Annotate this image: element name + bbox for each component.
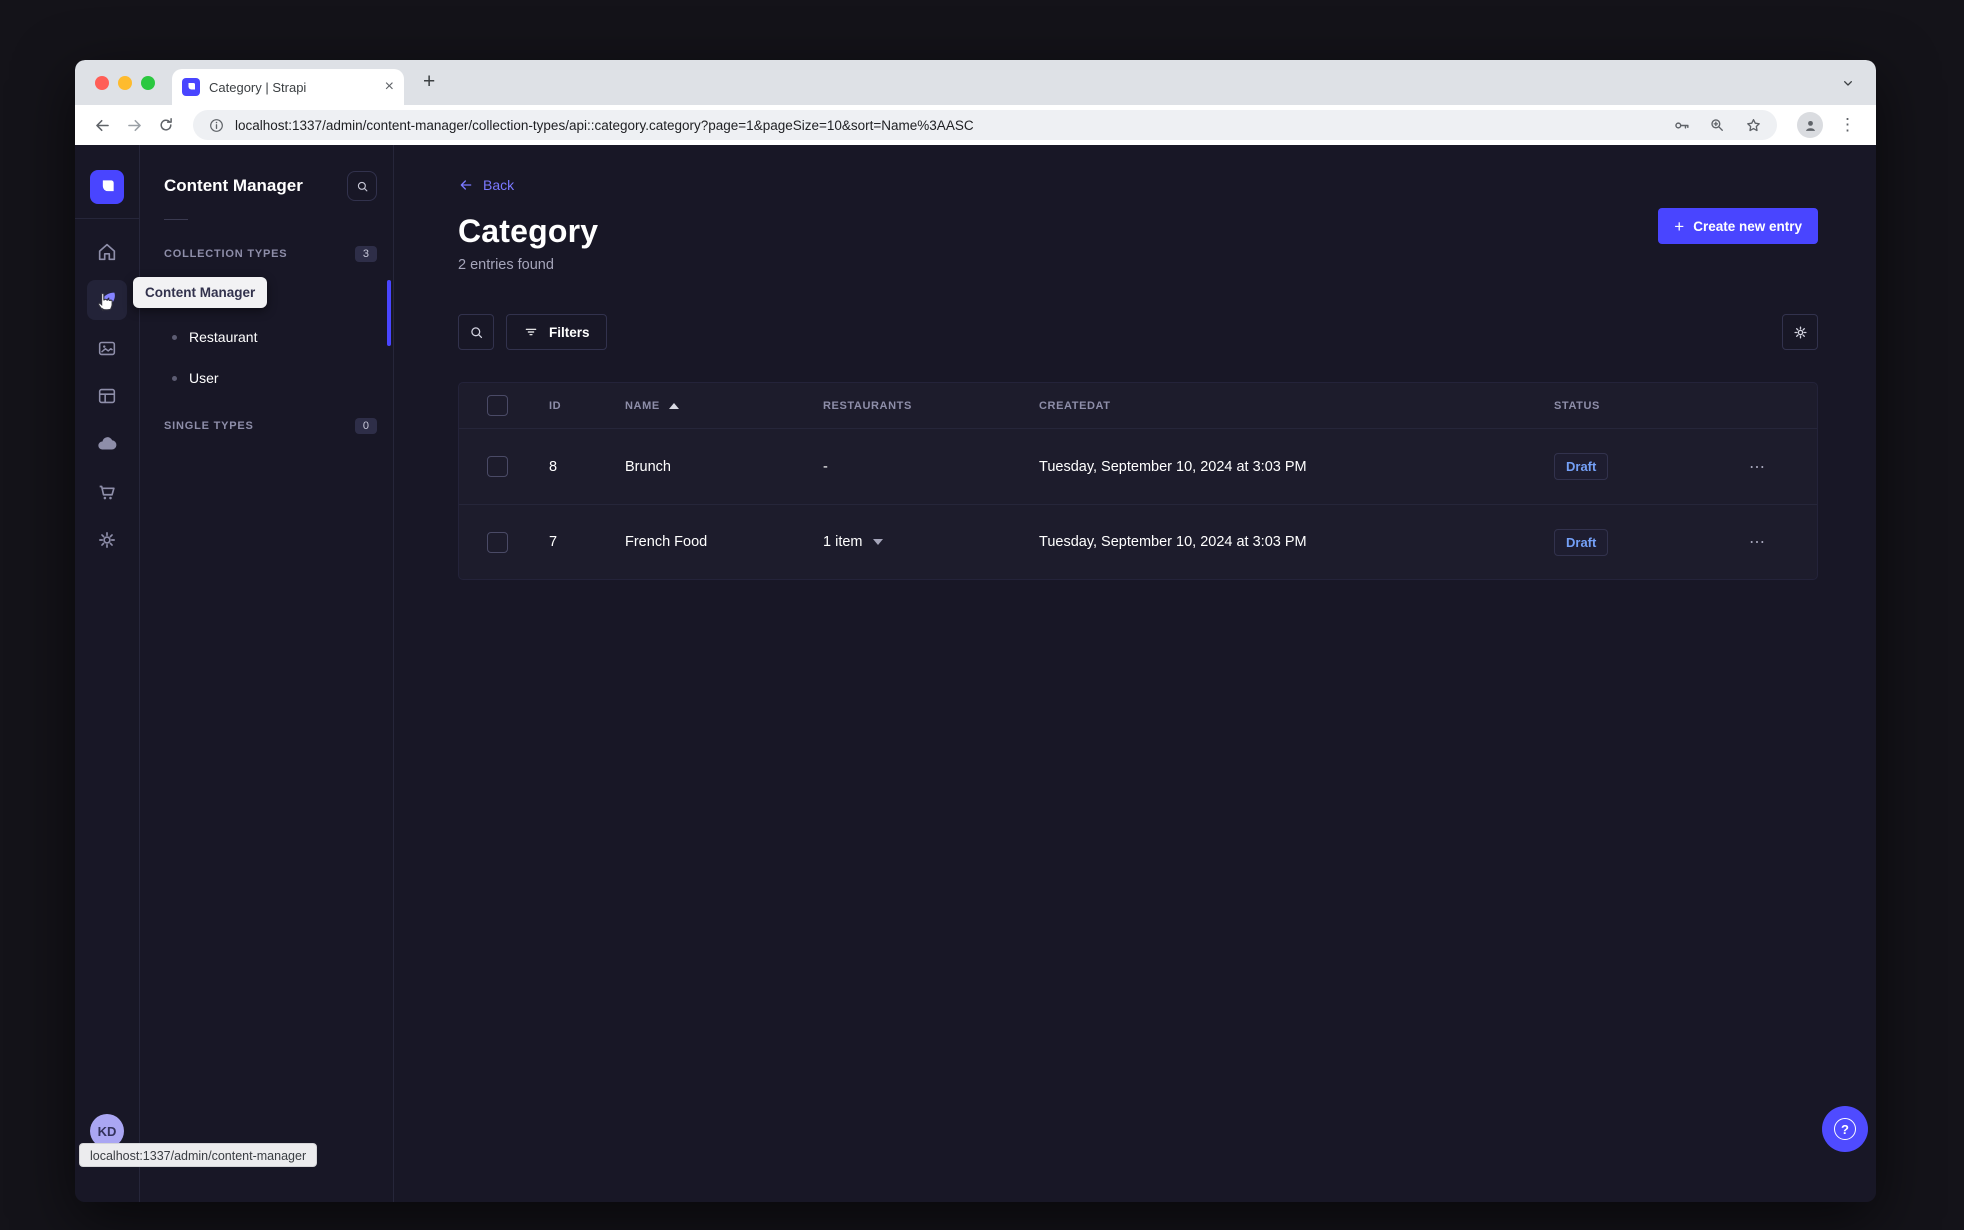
cell-restaurants: - (823, 458, 828, 475)
row-checkbox[interactable] (487, 456, 508, 477)
status-badge: Draft (1554, 453, 1609, 480)
create-new-entry-button[interactable]: + Create new entry (1658, 208, 1818, 244)
url-text: localhost:1337/admin/content-manager/col… (235, 117, 974, 133)
strapi-admin: KD Content Manager COLLECTION TYPES 3 Ca… (75, 145, 1876, 1202)
tab-strip: Category | Strapi × + (75, 60, 1876, 105)
single-types-count: 0 (354, 418, 377, 434)
rail-divider (75, 218, 140, 219)
back-icon[interactable] (89, 112, 115, 138)
view-settings-button[interactable] (1782, 314, 1818, 350)
home-icon[interactable] (87, 232, 127, 272)
row-actions-button[interactable]: ⋯ (1731, 457, 1817, 477)
sidebar-title: Content Manager (164, 176, 303, 195)
browser-window: Category | Strapi × + localhost:1337/adm… (75, 60, 1876, 1202)
cell-name: French Food (625, 534, 708, 550)
cloud-icon[interactable] (87, 424, 127, 464)
cell-id: 7 (549, 534, 558, 550)
row-checkbox[interactable] (487, 531, 508, 553)
row-actions-button[interactable]: ⋯ (1731, 532, 1817, 552)
col-header-restaurants: RESTAURANTS (823, 399, 912, 412)
cell-createdat: Tuesday, September 10, 2024 at 3:03 PM (1039, 458, 1307, 475)
sort-asc-icon (668, 402, 679, 409)
sidebar-item-restaurant[interactable]: Restaurant (164, 317, 377, 357)
sidebar-search-button[interactable] (347, 171, 377, 201)
page-title: Category (458, 213, 599, 249)
content-type-builder-icon[interactable] (87, 376, 127, 416)
content-manager-tooltip: Content Manager (133, 277, 268, 308)
col-header-id[interactable]: ID (531, 400, 607, 412)
filters-button[interactable]: Filters (506, 314, 607, 350)
site-info-icon[interactable] (207, 116, 225, 134)
cell-name: Brunch (625, 458, 671, 475)
bullet-icon (172, 334, 177, 340)
help-button[interactable]: ? (1822, 1106, 1868, 1152)
single-types-label: SINGLE TYPES (164, 420, 254, 432)
chevron-down-icon (872, 539, 883, 545)
cell-restaurants[interactable]: 1 item (805, 534, 1021, 550)
question-mark-icon: ? (1834, 1118, 1856, 1140)
cell-createdat: Tuesday, September 10, 2024 at 3:03 PM (1039, 534, 1307, 550)
col-header-status: STATUS (1554, 399, 1600, 412)
close-window-button[interactable] (95, 76, 109, 90)
browser-toolbar: localhost:1337/admin/content-manager/col… (75, 105, 1876, 145)
fullscreen-window-button[interactable] (141, 76, 155, 90)
collection-types-count: 3 (354, 246, 377, 262)
search-button[interactable] (458, 314, 494, 350)
col-header-name[interactable]: NAME (607, 400, 805, 412)
entries-count: 2 entries found (458, 257, 554, 273)
minimize-window-button[interactable] (118, 76, 132, 90)
bullet-icon (172, 375, 177, 381)
browser-menu-icon[interactable]: ⋮ (1839, 115, 1856, 135)
strapi-favicon (182, 78, 200, 96)
select-all-checkbox[interactable] (487, 395, 508, 416)
status-badge: Draft (1554, 528, 1609, 556)
collection-types-label: COLLECTION TYPES (164, 248, 288, 260)
link-preview-status: localhost:1337/admin/content-manager (79, 1143, 318, 1167)
back-link[interactable]: Back (458, 177, 514, 193)
tab-search-chevron-icon[interactable] (1836, 71, 1860, 95)
table-row[interactable]: 7 French Food 1 item Tuesday, September … (459, 504, 1817, 579)
zoom-search-icon[interactable] (1707, 115, 1727, 135)
cell-id: 8 (549, 458, 558, 475)
table-header-row: ID NAME RESTAURANTS CREATEDAT STATUS (459, 383, 1817, 429)
filter-icon (525, 328, 537, 336)
browser-tab[interactable]: Category | Strapi × (172, 69, 404, 105)
main-content: Back Category 2 entries found + Create n… (394, 145, 1876, 1202)
sidebar-scrollbar-thumb[interactable] (387, 280, 391, 346)
mouse-cursor (93, 288, 118, 318)
back-label: Back (483, 177, 515, 193)
marketplace-cart-icon[interactable] (87, 472, 127, 512)
table-row[interactable]: 8 Brunch - Tuesday, September 10, 2024 a… (459, 429, 1817, 504)
bookmark-star-icon[interactable] (1743, 115, 1763, 135)
browser-profile-avatar[interactable] (1797, 112, 1823, 138)
sidebar-divider (164, 219, 188, 220)
url-bar[interactable]: localhost:1337/admin/content-manager/col… (193, 110, 1777, 140)
forward-icon[interactable] (121, 112, 147, 138)
reload-icon[interactable] (153, 112, 179, 138)
media-library-icon[interactable] (87, 328, 127, 368)
new-tab-button[interactable]: + (423, 69, 435, 95)
plus-icon: + (1674, 216, 1685, 236)
col-header-createdat: CREATEDAT (1039, 399, 1111, 412)
strapi-logo[interactable] (90, 170, 124, 204)
tab-title: Category | Strapi (209, 79, 307, 95)
traffic-lights (95, 76, 155, 90)
settings-gear-icon[interactable] (87, 520, 127, 560)
sidebar-item-user[interactable]: User (164, 358, 377, 398)
close-tab-icon[interactable]: × (385, 79, 394, 95)
entries-table: ID NAME RESTAURANTS CREATEDAT STATUS 8 B… (458, 382, 1818, 580)
password-key-icon[interactable] (1671, 115, 1691, 135)
